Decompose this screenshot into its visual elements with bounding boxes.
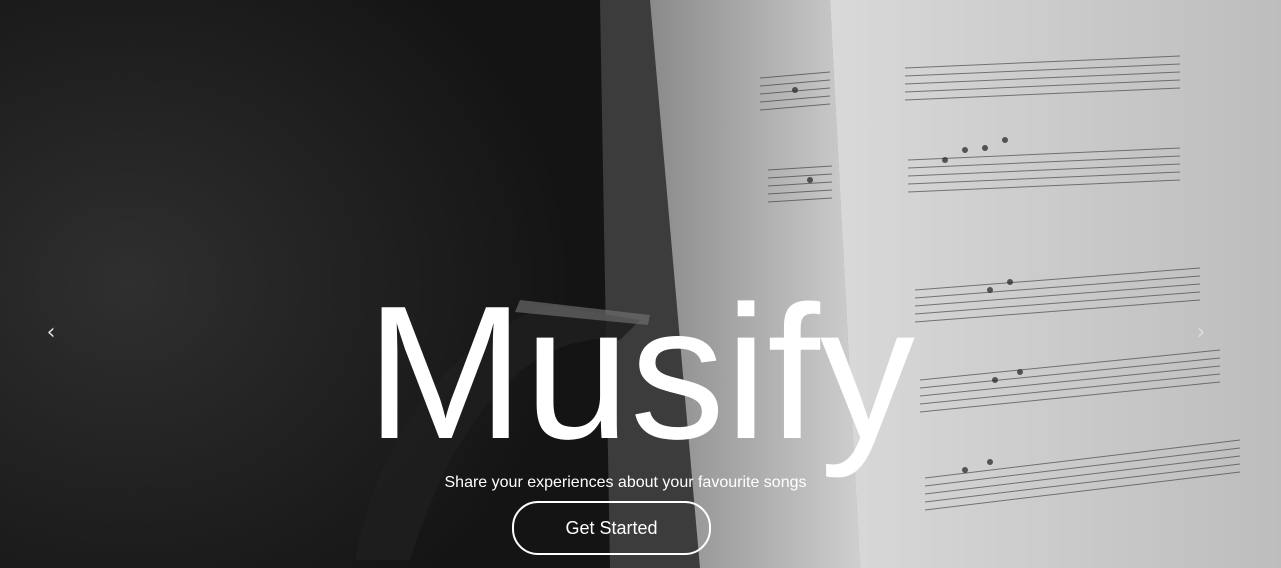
get-started-button[interactable]: Get Started — [512, 501, 711, 555]
hero-title: Musify — [366, 267, 915, 479]
hero-carousel: ‹ › Musify Share your experiences about … — [0, 0, 1281, 568]
hero-subtitle: Share your experiences about your favour… — [444, 474, 807, 491]
